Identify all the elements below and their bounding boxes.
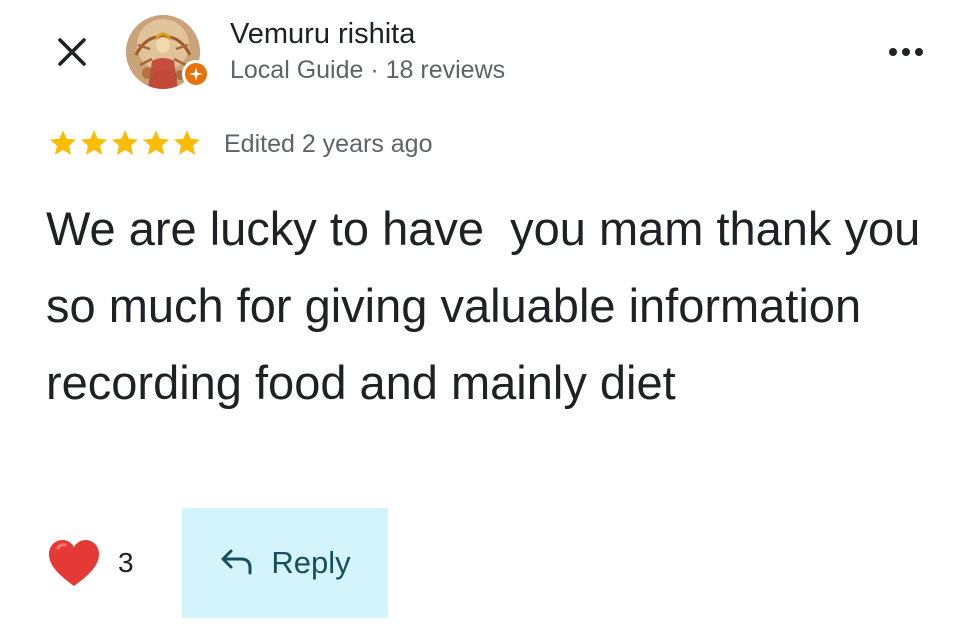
local-guide-badge	[182, 60, 210, 88]
close-icon	[58, 38, 86, 66]
review-card: Vemuru rishita Local Guide · 18 reviews …	[0, 0, 980, 628]
more-horiz-icon	[889, 48, 897, 56]
local-guide-star-icon	[189, 67, 203, 81]
star-icon	[81, 130, 107, 155]
reply-button[interactable]: Reply	[182, 508, 388, 618]
star-icon	[50, 130, 76, 155]
like-button[interactable]	[46, 536, 102, 592]
star-icon	[174, 130, 200, 155]
author-meta: Local Guide · 18 reviews	[230, 56, 506, 84]
review-text: We are lucky to have you mam thank you s…	[46, 202, 934, 409]
close-button[interactable]	[50, 30, 94, 74]
heart-icon	[49, 540, 99, 586]
like-count: 3	[118, 547, 134, 578]
reply-label: Reply	[271, 545, 351, 580]
star-rating	[48, 128, 202, 158]
review-timestamp: Edited 2 years ago	[224, 130, 433, 158]
author-name[interactable]: Vemuru rishita	[230, 16, 415, 52]
star-icon	[143, 130, 169, 155]
reply-arrow-icon	[221, 549, 252, 575]
star-icon	[112, 130, 138, 155]
more-options-button[interactable]	[880, 30, 932, 74]
